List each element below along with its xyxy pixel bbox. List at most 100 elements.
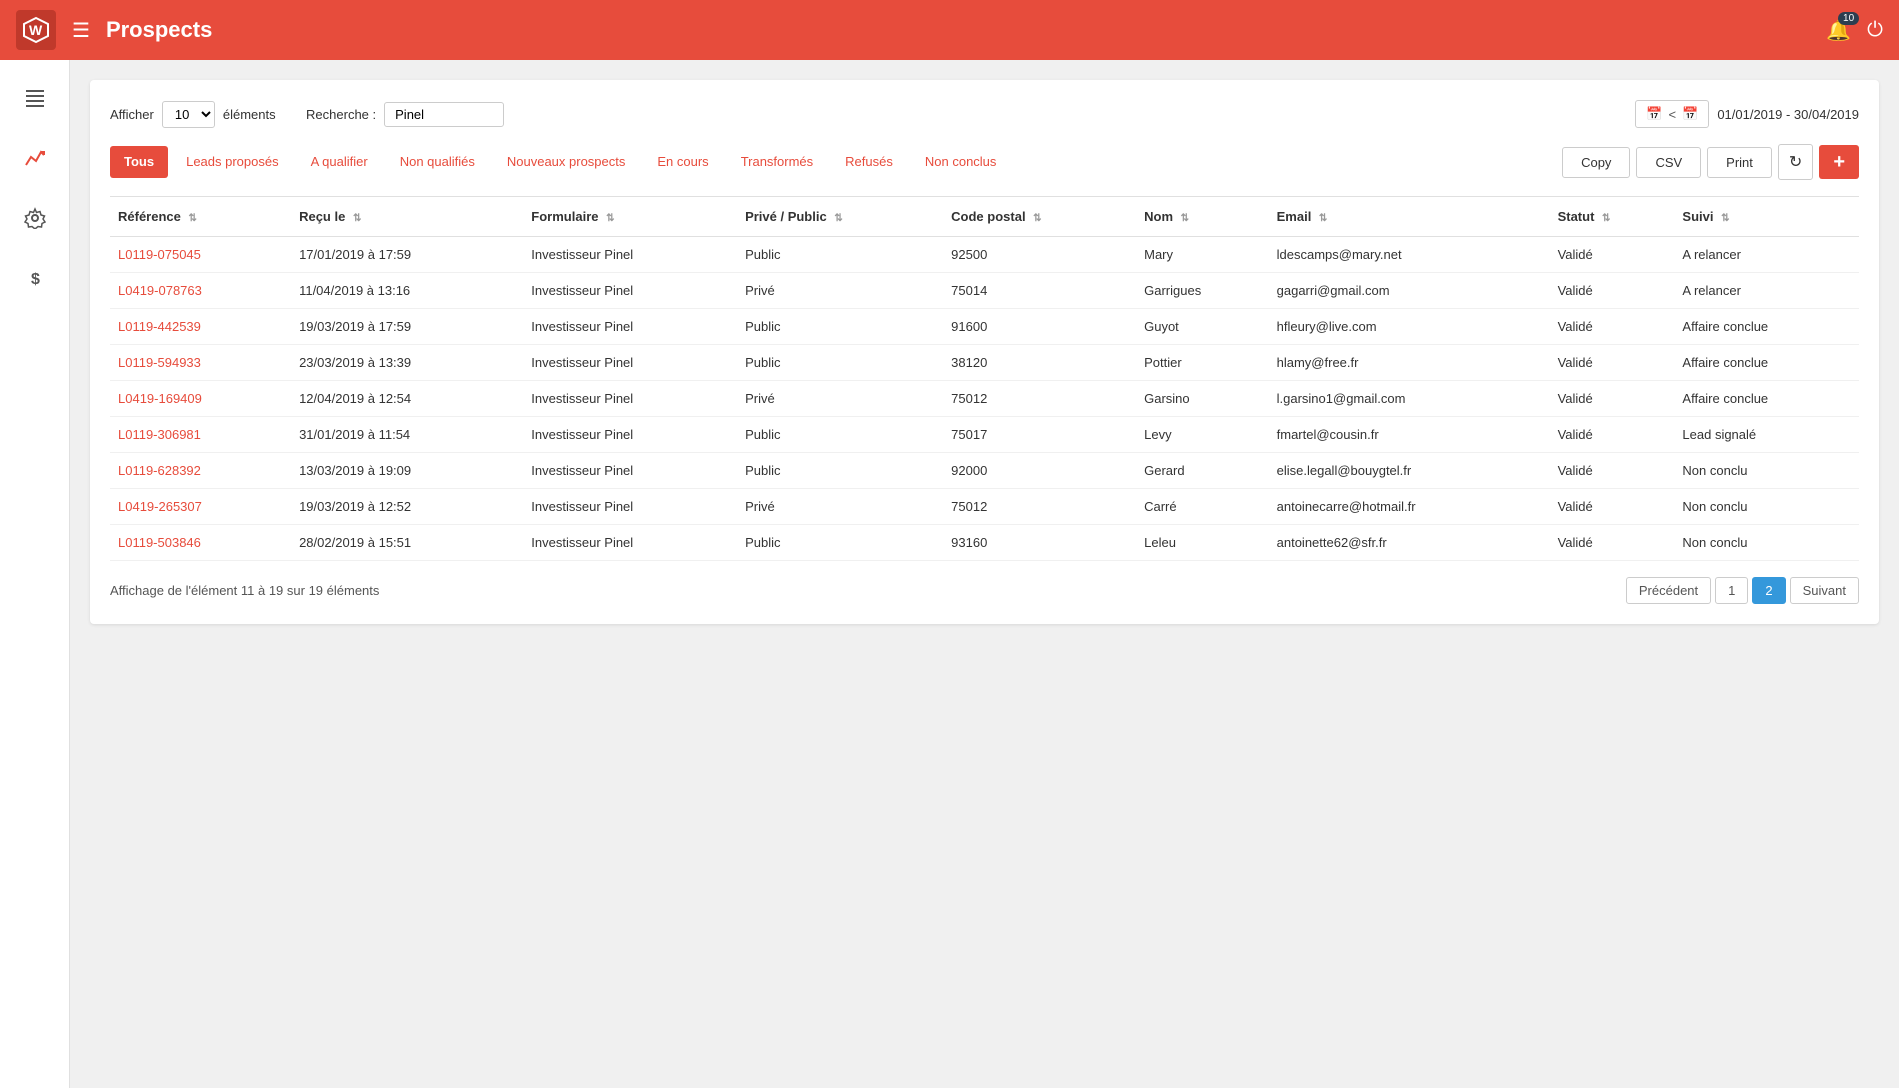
cell-suivi: Non conclu — [1674, 489, 1859, 525]
date-range-button[interactable]: 📅 < 📅 — [1635, 100, 1709, 128]
topbar-actions: 🔔 10 ⏻ — [1826, 18, 1883, 43]
cell-code-postal: 92000 — [943, 453, 1136, 489]
cell-recu-le: 28/02/2019 à 15:51 — [291, 525, 523, 561]
cell-recu-le: 17/01/2019 à 17:59 — [291, 237, 523, 273]
ref-link[interactable]: L0119-306981 — [118, 427, 201, 442]
cell-recu-le: 19/03/2019 à 17:59 — [291, 309, 523, 345]
sort-icon-formulaire[interactable]: ⇅ — [606, 213, 614, 224]
cell-reference: L0119-442539 — [110, 309, 291, 345]
ref-link[interactable]: L0119-075045 — [118, 247, 201, 262]
ref-link[interactable]: L0119-594933 — [118, 355, 201, 370]
cell-recu-le: 13/03/2019 à 19:09 — [291, 453, 523, 489]
page-title: Prospects — [106, 17, 1810, 43]
cell-suivi: A relancer — [1674, 273, 1859, 309]
afficher-label: Afficher — [110, 107, 154, 122]
cell-code-postal: 93160 — [943, 525, 1136, 561]
cell-formulaire: Investisseur Pinel — [523, 345, 737, 381]
table-row: L0119-306981 31/01/2019 à 11:54 Investis… — [110, 417, 1859, 453]
refresh-button[interactable]: ↻ — [1778, 144, 1813, 180]
main-layout: $ Afficher 10 25 50 éléments Recherche : — [0, 60, 1899, 1088]
sort-icon-suivi[interactable]: ⇅ — [1721, 213, 1729, 224]
csv-button[interactable]: CSV — [1636, 147, 1701, 178]
date-range-separator: < — [1669, 107, 1677, 122]
sidebar-icon-dollar[interactable]: $ — [17, 260, 53, 296]
col-prive-public: Privé / Public ⇅ — [737, 197, 943, 237]
search-input[interactable] — [384, 102, 504, 127]
cell-reference: L0419-169409 — [110, 381, 291, 417]
sort-icon-statut[interactable]: ⇅ — [1602, 213, 1610, 224]
ref-link[interactable]: L0119-503846 — [118, 535, 201, 550]
cell-recu-le: 12/04/2019 à 12:54 — [291, 381, 523, 417]
calendar-icon-right: 📅 — [1682, 106, 1698, 122]
cell-recu-le: 23/03/2019 à 13:39 — [291, 345, 523, 381]
print-button[interactable]: Print — [1707, 147, 1772, 178]
sidebar-icon-chart[interactable] — [17, 140, 53, 176]
filter-tab-leads-proposes[interactable]: Leads proposés — [172, 146, 293, 179]
filter-tab-non-qualifies[interactable]: Non qualifiés — [386, 146, 489, 179]
sidebar: $ — [0, 60, 70, 1088]
pagination-page-1[interactable]: 1 — [1715, 577, 1748, 604]
pagination-page-2[interactable]: 2 — [1752, 577, 1785, 604]
cell-code-postal: 92500 — [943, 237, 1136, 273]
ref-link[interactable]: L0119-442539 — [118, 319, 201, 334]
ref-link[interactable]: L0419-265307 — [118, 499, 202, 514]
filter-tab-a-qualifier[interactable]: A qualifier — [297, 146, 382, 179]
col-suivi: Suivi ⇅ — [1674, 197, 1859, 237]
table-header-row: Référence ⇅ Reçu le ⇅ Formulaire ⇅ Privé… — [110, 197, 1859, 237]
ref-link[interactable]: L0419-078763 — [118, 283, 202, 298]
cell-nom: Guyot — [1136, 309, 1269, 345]
table-row: L0119-442539 19/03/2019 à 17:59 Investis… — [110, 309, 1859, 345]
filter-tab-en-cours[interactable]: En cours — [643, 146, 722, 179]
pagination-next[interactable]: Suivant — [1790, 577, 1859, 604]
filter-tab-refuses[interactable]: Refusés — [831, 146, 907, 179]
sort-icon-prive-public[interactable]: ⇅ — [834, 213, 842, 224]
cell-statut: Validé — [1550, 309, 1675, 345]
sort-icon-code-postal[interactable]: ⇅ — [1033, 213, 1041, 224]
hamburger-icon[interactable]: ☰ — [72, 18, 90, 43]
pagination-prev[interactable]: Précédent — [1626, 577, 1711, 604]
sidebar-icon-settings[interactable] — [17, 200, 53, 236]
add-button[interactable]: + — [1819, 145, 1859, 179]
cell-formulaire: Investisseur Pinel — [523, 453, 737, 489]
cell-email: antoinecarre@hotmail.fr — [1269, 489, 1550, 525]
sidebar-icon-list[interactable] — [17, 80, 53, 116]
logo[interactable]: W — [16, 10, 56, 50]
sort-icon-reference[interactable]: ⇅ — [188, 213, 196, 224]
cell-code-postal: 75012 — [943, 381, 1136, 417]
sort-icon-nom[interactable]: ⇅ — [1181, 213, 1189, 224]
cell-nom: Pottier — [1136, 345, 1269, 381]
date-range-text: 01/01/2019 - 30/04/2019 — [1717, 107, 1859, 122]
cell-statut: Validé — [1550, 417, 1675, 453]
copy-button[interactable]: Copy — [1562, 147, 1630, 178]
table-row: L0119-075045 17/01/2019 à 17:59 Investis… — [110, 237, 1859, 273]
cell-nom: Mary — [1136, 237, 1269, 273]
filter-tab-transformes[interactable]: Transformés — [727, 146, 827, 179]
filter-tab-tous[interactable]: Tous — [110, 146, 168, 179]
power-icon[interactable]: ⏻ — [1867, 19, 1883, 42]
filter-tab-non-conclus[interactable]: Non conclus — [911, 146, 1011, 179]
cell-statut: Validé — [1550, 489, 1675, 525]
afficher-select[interactable]: 10 25 50 — [162, 101, 215, 128]
cell-prive-public: Public — [737, 237, 943, 273]
cell-email: hlamy@free.fr — [1269, 345, 1550, 381]
ref-link[interactable]: L0119-628392 — [118, 463, 201, 478]
bell-icon[interactable]: 🔔 10 — [1826, 18, 1851, 43]
cell-suivi: Non conclu — [1674, 453, 1859, 489]
col-reference: Référence ⇅ — [110, 197, 291, 237]
cell-suivi: Affaire conclue — [1674, 309, 1859, 345]
cell-statut: Validé — [1550, 273, 1675, 309]
cell-suivi: Affaire conclue — [1674, 345, 1859, 381]
notification-badge: 10 — [1838, 12, 1859, 25]
cell-suivi: A relancer — [1674, 237, 1859, 273]
cell-prive-public: Privé — [737, 381, 943, 417]
cell-formulaire: Investisseur Pinel — [523, 489, 737, 525]
content-area: Afficher 10 25 50 éléments Recherche : 📅… — [70, 60, 1899, 1088]
table-row: L0419-169409 12/04/2019 à 12:54 Investis… — [110, 381, 1859, 417]
filter-tab-nouveaux-prospects[interactable]: Nouveaux prospects — [493, 146, 640, 179]
cell-email: l.garsino1@gmail.com — [1269, 381, 1550, 417]
sort-icon-recu-le[interactable]: ⇅ — [353, 213, 361, 224]
sort-icon-email[interactable]: ⇅ — [1319, 213, 1327, 224]
topbar: W ☰ Prospects 🔔 10 ⏻ — [0, 0, 1899, 60]
cell-statut: Validé — [1550, 453, 1675, 489]
ref-link[interactable]: L0419-169409 — [118, 391, 202, 406]
